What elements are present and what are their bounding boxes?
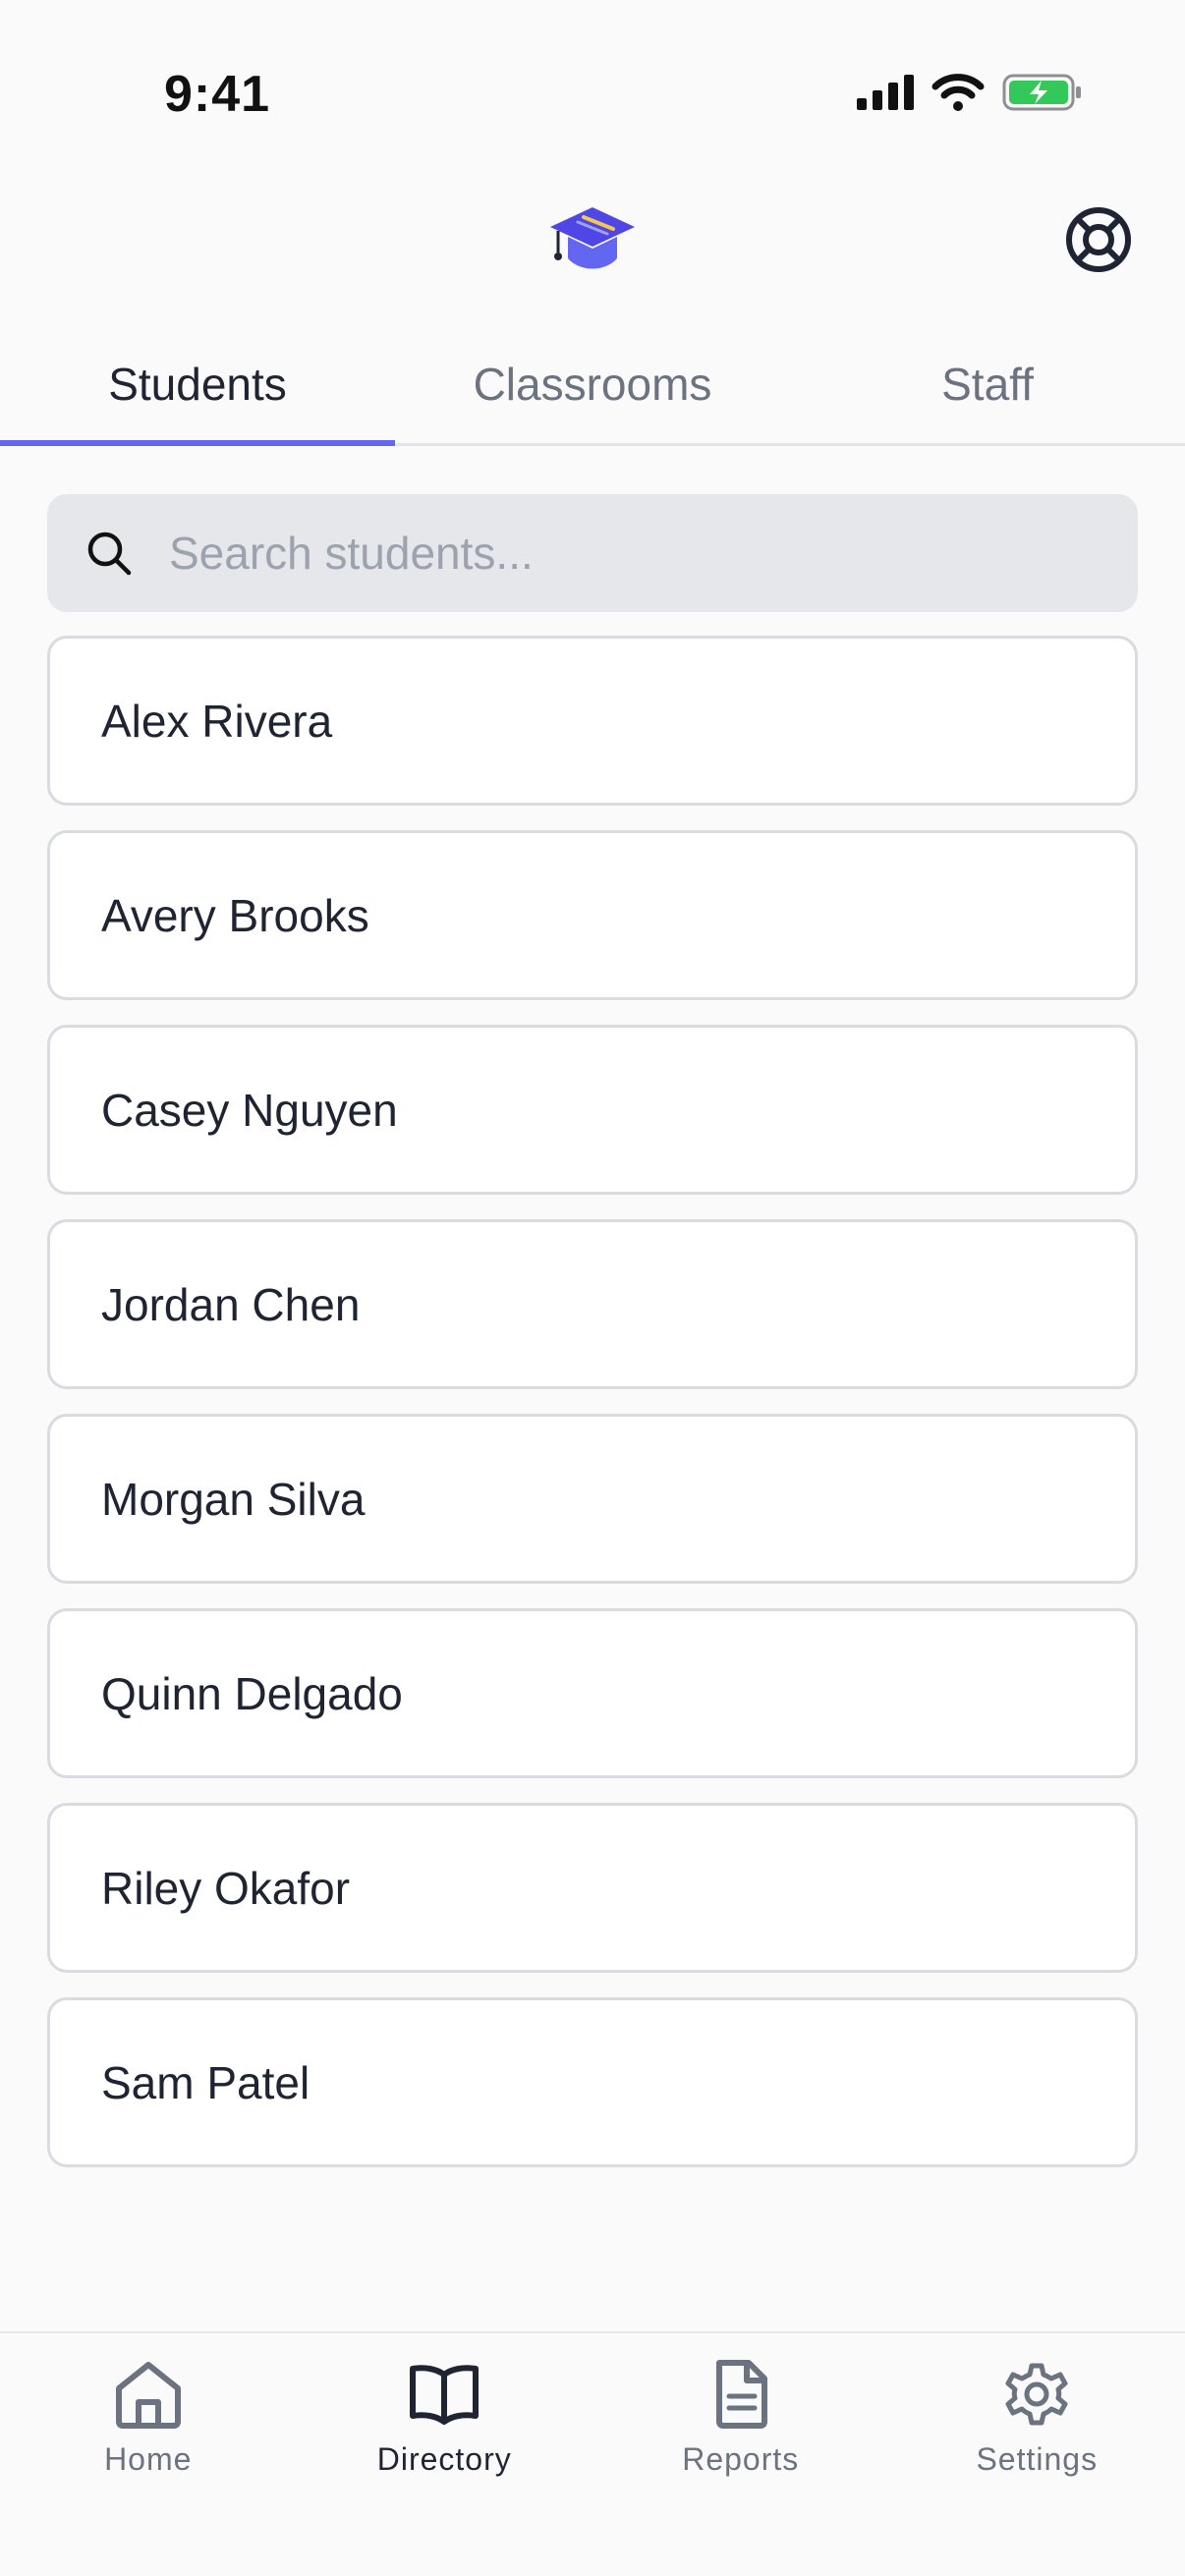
student-card[interactable]: Riley Okafor — [47, 1803, 1138, 1973]
search-input[interactable] — [169, 494, 1138, 612]
tab-label: Staff — [941, 358, 1034, 410]
wifi-icon — [931, 74, 985, 111]
status-bar: 9:41 — [0, 0, 1185, 187]
tab-students[interactable]: Students — [0, 324, 395, 446]
nav-label: Home — [104, 2441, 193, 2477]
nav-item-home[interactable]: Home — [0, 2333, 297, 2576]
student-name: Casey Nguyen — [101, 1084, 398, 1136]
nav-item-settings[interactable]: Settings — [889, 2333, 1185, 2576]
tab-classrooms[interactable]: Classrooms — [395, 324, 790, 443]
directory-tabs: Students Classrooms Staff — [0, 324, 1185, 446]
student-list: Alex Rivera Avery Brooks Casey Nguyen Jo… — [47, 636, 1138, 2192]
search-icon — [87, 532, 132, 576]
tab-label: Students — [108, 358, 287, 410]
lifebuoy-icon — [1066, 207, 1131, 272]
tab-staff[interactable]: Staff — [790, 324, 1185, 443]
status-time: 9:41 — [164, 66, 271, 123]
search-box[interactable] — [47, 494, 1138, 612]
student-name: Morgan Silva — [101, 1473, 366, 1525]
student-name: Riley Okafor — [101, 1862, 351, 1914]
student-card[interactable]: Jordan Chen — [47, 1219, 1138, 1389]
student-card[interactable]: Sam Patel — [47, 1997, 1138, 2167]
student-card[interactable]: Quinn Delgado — [47, 1608, 1138, 1778]
nav-label: Directory — [376, 2441, 512, 2477]
student-card[interactable]: Avery Brooks — [47, 830, 1138, 1000]
bottom-nav: Home Directory Reports Settings — [0, 2331, 1185, 2576]
graduation-cap-icon — [550, 207, 635, 269]
student-name: Sam Patel — [101, 2056, 310, 2108]
document-icon — [715, 2360, 767, 2429]
nav-label: Reports — [682, 2441, 800, 2477]
nav-item-directory[interactable]: Directory — [297, 2333, 593, 2576]
nav-label: Settings — [976, 2441, 1099, 2477]
home-icon — [115, 2362, 181, 2429]
battery-icon — [1002, 74, 1081, 111]
tab-label: Classrooms — [473, 358, 712, 410]
student-name: Avery Brooks — [101, 889, 369, 941]
student-name: Alex Rivera — [101, 695, 333, 747]
student-card[interactable]: Alex Rivera — [47, 636, 1138, 806]
nav-item-reports[interactable]: Reports — [592, 2333, 889, 2576]
student-card[interactable]: Casey Nguyen — [47, 1025, 1138, 1195]
student-name: Jordan Chen — [101, 1278, 361, 1330]
status-icons — [857, 73, 1083, 112]
gear-icon — [1005, 2363, 1068, 2426]
student-card[interactable]: Morgan Silva — [47, 1414, 1138, 1584]
cellular-signal-icon — [857, 75, 914, 110]
student-name: Quinn Delgado — [101, 1667, 403, 1719]
book-open-icon — [410, 2365, 480, 2425]
help-button[interactable] — [1064, 205, 1133, 274]
